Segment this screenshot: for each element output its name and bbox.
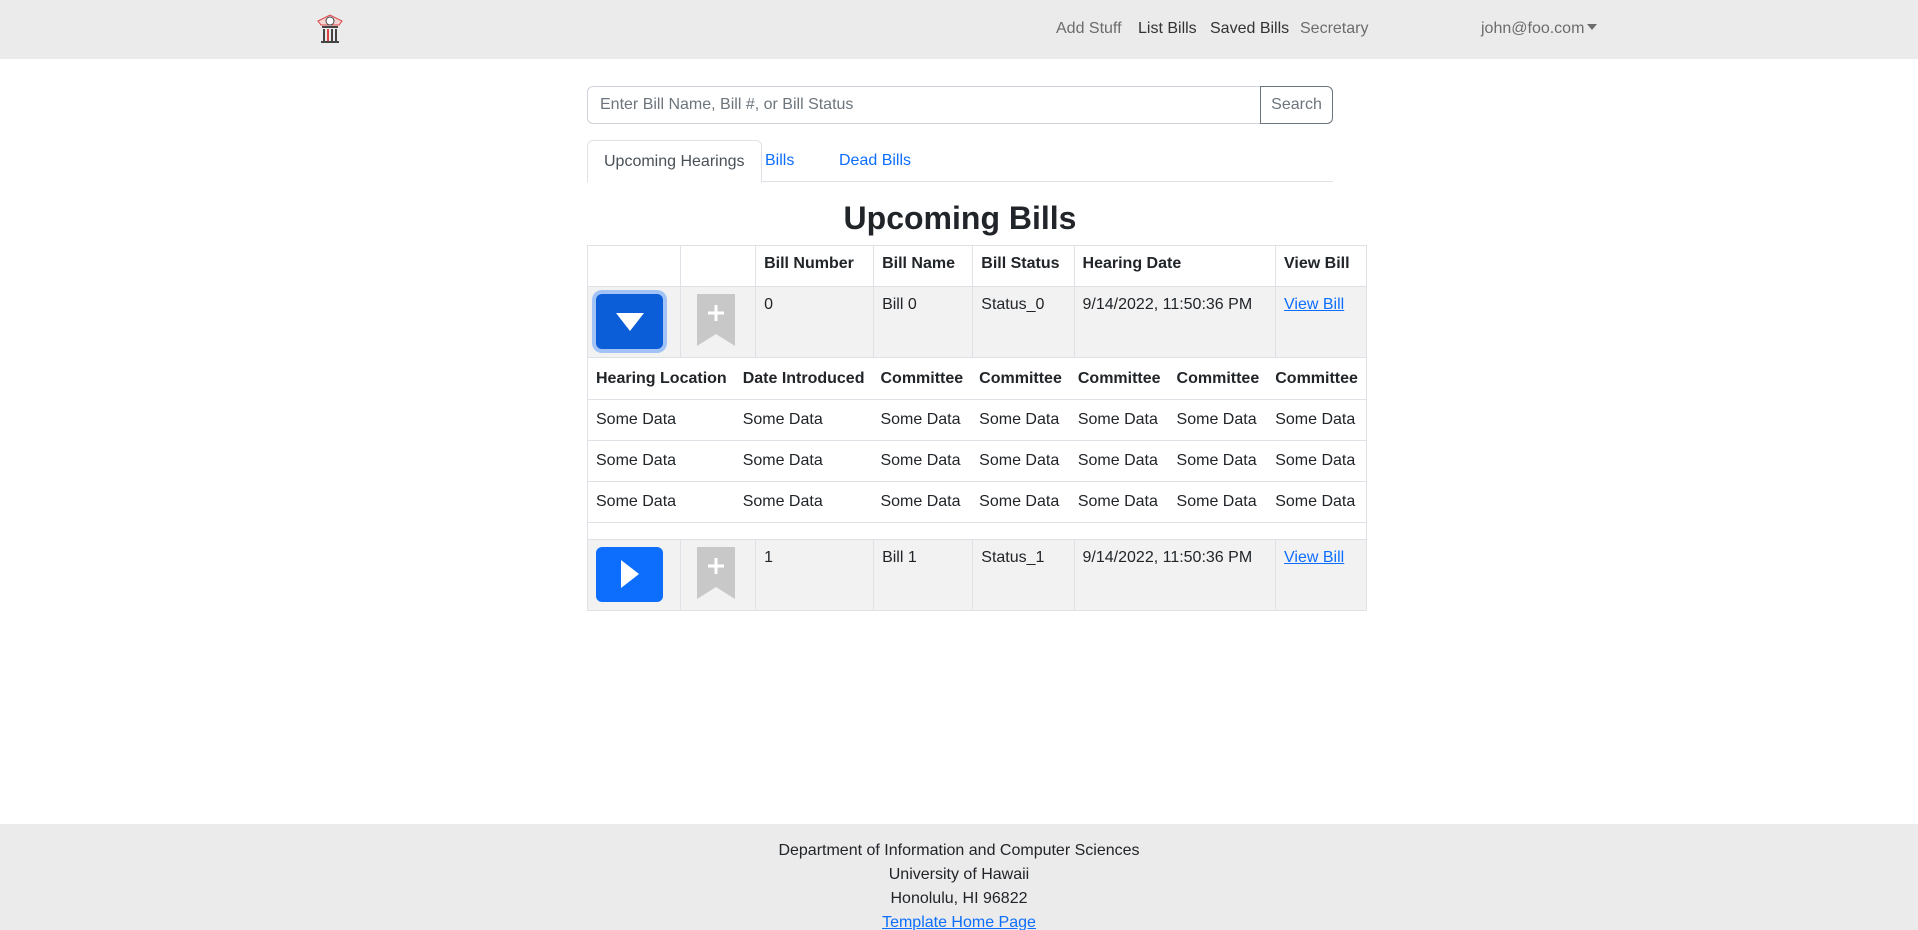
detail-data-row: Some Data Some Data Some Data Some Data … [588,481,1366,523]
tab-bar: Upcoming Hearings Bills Dead Bills [587,140,1333,183]
detail-header-date-introduced: Date Introduced [734,358,873,400]
hearing-date: 9/14/2022, 11:50:36 PM [1073,286,1277,358]
tab-bills[interactable]: Bills [749,140,810,182]
bookmark-plus-icon[interactable] [696,546,735,599]
detail-cell-value: Some Data [588,440,735,482]
toggle-cell [587,286,681,358]
bill-status: Status_1 [972,538,1075,611]
detail-table: Hearing Location Date Introduced Committ… [588,358,1366,523]
view-bill-cell: View Bill [1275,538,1367,611]
table-header-row: Bill Number Bill Name Bill Status Hearin… [587,245,1367,287]
detail-cell-value: Some Data [1168,399,1268,441]
detail-data-row: Some Data Some Data Some Data Some Data … [588,399,1366,441]
header-bill-number: Bill Number [755,245,875,287]
collapse-row-button[interactable] [596,294,663,349]
detail-header-row: Hearing Location Date Introduced Committ… [588,358,1366,400]
user-menu-dropdown[interactable]: john@foo.com [1481,19,1598,39]
nav-saved-bills[interactable]: Saved Bills [1210,19,1289,39]
detail-header-committee: Committee [1168,358,1268,400]
capitol-logo-icon[interactable] [312,11,348,47]
detail-cell-value: Some Data [588,399,735,441]
header-hearing-date: Hearing Date [1073,245,1277,287]
bill-number: 1 [755,538,875,611]
caret-down-icon [1587,24,1598,30]
nav-list-bills[interactable]: List Bills [1138,19,1197,39]
navbar: Add Stuff List Bills Saved Bills Secreta… [0,0,1918,59]
tab-dead-bills[interactable]: Dead Bills [823,140,927,182]
tab-upcoming-hearings[interactable]: Upcoming Hearings [587,140,762,183]
user-email: john@foo.com [1481,20,1585,37]
detail-cell-value: Some Data [1267,481,1366,523]
detail-header-committee: Committee [1069,358,1169,400]
detail-cell-value: Some Data [734,440,873,482]
header-bill-status: Bill Status [972,245,1075,287]
toggle-cell [587,538,681,611]
triangle-right-icon [620,560,639,588]
save-cell [679,538,757,611]
detail-cell: Hearing Location Date Introduced Committ… [587,357,1367,540]
bills-table: Bill Number Bill Name Bill Status Hearin… [587,245,1367,611]
view-bill-cell: View Bill [1275,286,1367,358]
view-bill-link[interactable]: View Bill [1284,549,1344,566]
table-row: 0 Bill 0 Status_0 9/14/2022, 11:50:36 PM… [587,286,1367,358]
bill-status: Status_0 [972,286,1075,358]
nav-secretary[interactable]: Secretary [1300,19,1368,39]
detail-cell-value: Some Data [971,481,1070,523]
detail-cell-value: Some Data [1267,440,1366,482]
bill-name: Bill 1 [873,538,974,611]
detail-cell-value: Some Data [1069,481,1169,523]
footer-university: University of Hawaii [888,866,1030,883]
detail-cell-value: Some Data [1069,440,1169,482]
detail-header-committee: Committee [1267,358,1366,400]
detail-cell-value: Some Data [971,440,1070,482]
detail-cell-value: Some Data [971,399,1070,441]
bookmark-plus-icon[interactable] [696,294,735,346]
save-cell [679,286,757,358]
detail-cell-value: Some Data [734,481,873,523]
page-title: Upcoming Bills [843,200,1077,236]
footer-home-link[interactable]: Template Home Page [882,914,1036,930]
footer-address: Honolulu, HI 96822 [890,890,1028,907]
detail-cell-value: Some Data [588,481,735,523]
header-bill-name: Bill Name [873,245,974,287]
search-button[interactable]: Search [1260,86,1333,124]
detail-row: Hearing Location Date Introduced Committ… [587,357,1367,540]
triangle-down-icon [615,312,644,331]
detail-data-row: Some Data Some Data Some Data Some Data … [588,440,1366,482]
footer: Department of Information and Computer S… [0,824,1918,930]
detail-cell-value: Some Data [872,481,972,523]
detail-spacer [588,523,1366,539]
hearing-date: 9/14/2022, 11:50:36 PM [1073,538,1277,611]
detail-cell-value: Some Data [1267,399,1366,441]
detail-cell-value: Some Data [1069,399,1169,441]
table-row: 1 Bill 1 Status_1 9/14/2022, 11:50:36 PM… [587,538,1367,611]
detail-cell-value: Some Data [1168,440,1268,482]
header-toggle [587,245,681,287]
expand-row-button[interactable] [596,546,663,602]
view-bill-link[interactable]: View Bill [1284,296,1344,313]
bill-number: 0 [755,286,875,358]
detail-cell-value: Some Data [872,399,972,441]
footer-department: Department of Information and Computer S… [778,842,1140,859]
search-input[interactable] [587,86,1261,124]
detail-cell-value: Some Data [734,399,873,441]
detail-header-committee: Committee [971,358,1070,400]
header-save [679,245,757,287]
detail-header-hearing-location: Hearing Location [588,358,735,400]
detail-cell-value: Some Data [1168,481,1268,523]
detail-header-committee: Committee [872,358,972,400]
nav-add-stuff[interactable]: Add Stuff [1056,19,1122,39]
header-view-bill: View Bill [1275,245,1367,287]
bill-name: Bill 0 [873,286,974,358]
detail-cell-value: Some Data [872,440,972,482]
